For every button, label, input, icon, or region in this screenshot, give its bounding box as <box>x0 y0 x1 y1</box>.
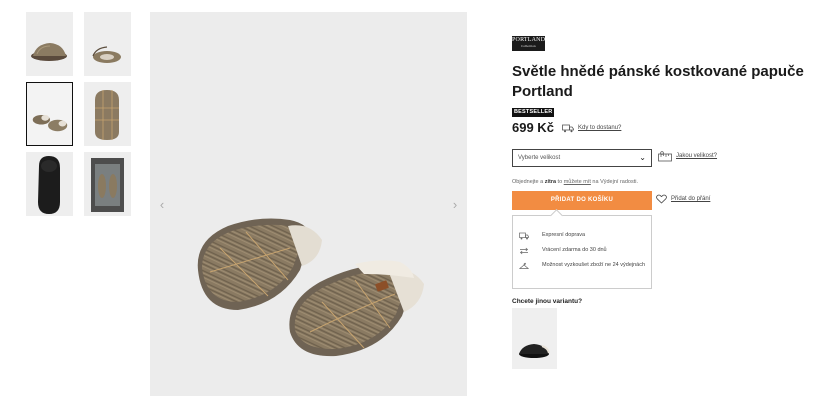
benefit-text: Vrácení zdarma do 30 dnů <box>542 247 607 253</box>
thumbnail-1[interactable] <box>26 12 73 76</box>
add-to-wishlist-link[interactable]: Přidat do přání <box>671 196 710 202</box>
main-product-image: ‹ › <box>150 12 467 396</box>
truck-icon <box>562 124 574 133</box>
size-select-placeholder: Vyberte velikost <box>518 155 561 161</box>
thumbnail-5[interactable] <box>26 152 73 216</box>
previous-image-arrow[interactable]: ‹ <box>156 198 168 212</box>
variant-thumbnail[interactable] <box>512 308 557 369</box>
benefit-text: Expresní doprava <box>542 232 586 238</box>
benefit-text: Možnost vyzkoušet zboží ne 24 výdejnách <box>542 262 646 268</box>
ruler-icon <box>658 151 672 162</box>
slippers-pair-view-icon <box>27 83 72 145</box>
black-slipper-icon <box>512 308 557 369</box>
next-image-arrow[interactable]: › <box>449 198 461 212</box>
benefits-box: Expresní doprava Vrácení zdarma do 30 dn… <box>512 215 652 289</box>
bestseller-badge: BESTSELLER <box>512 108 555 117</box>
size-select[interactable]: Vyberte velikost ⌄ <box>512 149 652 167</box>
slippers-top-view-icon <box>84 82 131 146</box>
heart-icon[interactable] <box>656 194 667 204</box>
return-arrows-icon <box>519 247 529 255</box>
variant-title: Chcete jinou variantu? <box>512 298 583 305</box>
add-to-cart-button[interactable]: PŘIDAT DO KOŠÍKU <box>512 191 652 210</box>
slippers-top-view-icon <box>84 12 131 76</box>
slippers-in-box-icon <box>84 152 131 216</box>
product-title: Světle hnědé pánské kostkované papuče Po… <box>512 63 804 100</box>
slipper-sole-view-icon <box>26 152 73 216</box>
pickup-text-2: to <box>556 179 564 185</box>
size-guide-link[interactable]: Jakou velikost? <box>676 153 717 159</box>
thumbnail-3[interactable] <box>26 82 73 146</box>
thumbnail-6[interactable] <box>84 152 131 216</box>
thumbnail-2[interactable] <box>84 12 131 76</box>
pickup-bold: zítra <box>544 179 557 185</box>
truck-icon <box>519 232 529 240</box>
slippers-side-view-icon <box>26 12 73 76</box>
pickup-text-1: Objednejte a <box>512 179 545 185</box>
chevron-down-icon: ⌄ <box>639 153 646 162</box>
delivery-time-link[interactable]: Kdy to dostanu? <box>578 125 621 131</box>
pickup-text-3: na Výdejní radosti. <box>590 179 638 185</box>
pickup-note: Objednejte a zítra to můžete mít na Výde… <box>512 178 638 186</box>
product-price: 699 Kč <box>512 120 554 135</box>
brand-logo-sub: Collection <box>521 44 536 48</box>
slippers-photo <box>150 12 467 396</box>
thumbnail-4[interactable] <box>84 82 131 146</box>
brand-logo[interactable]: PORTLAND Collection <box>512 36 545 51</box>
brand-logo-text: PORTLAND <box>512 37 546 43</box>
pickup-link[interactable]: můžete mít <box>564 179 591 185</box>
hanger-icon <box>519 262 529 269</box>
